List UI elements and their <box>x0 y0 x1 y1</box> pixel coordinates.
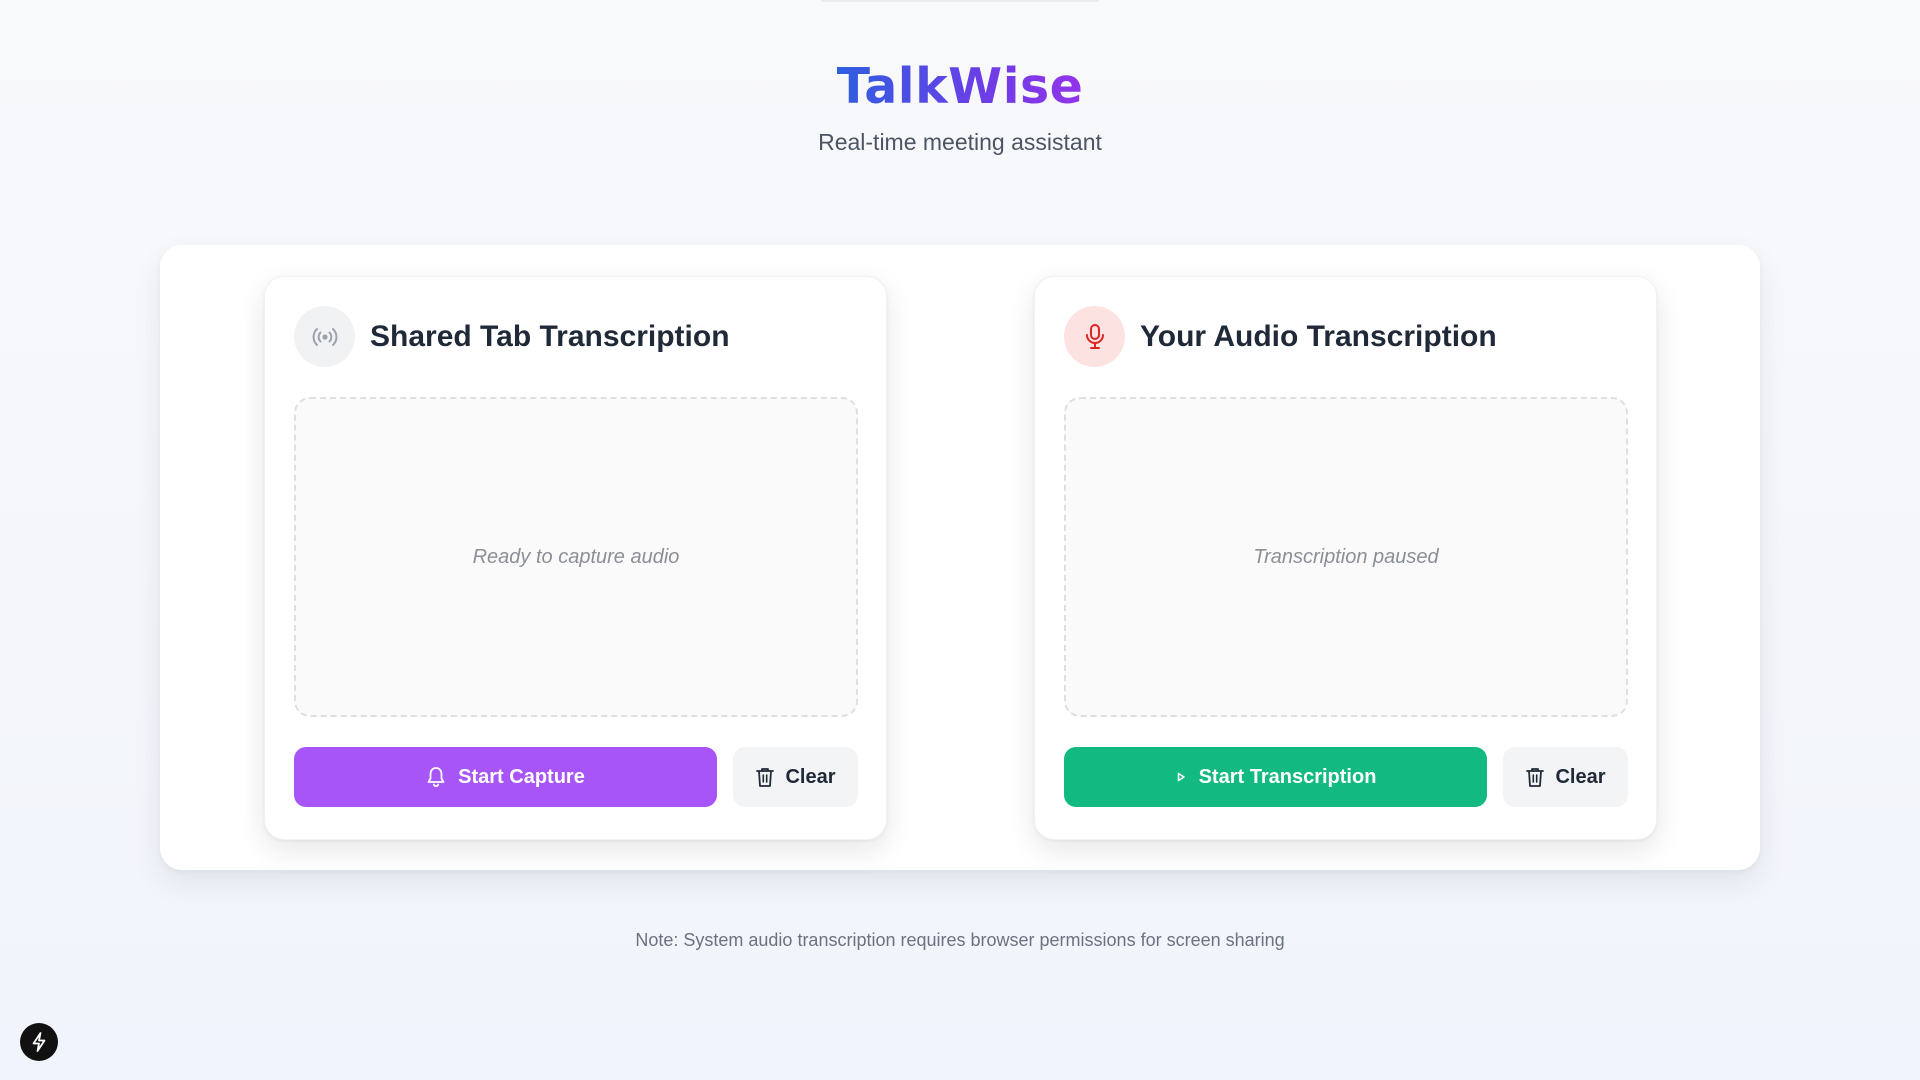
lightning-icon[interactable] <box>20 1023 58 1061</box>
transcript-placeholder: Transcription paused <box>1253 545 1439 568</box>
panel-header: Shared Tab Transcription <box>294 306 730 367</box>
start-transcription-label: Start Transcription <box>1198 765 1377 788</box>
play-icon <box>1175 771 1187 783</box>
start-capture-label: Start Capture <box>458 765 585 788</box>
trash-icon <box>1525 766 1545 788</box>
transcript-area[interactable]: Transcription paused <box>1064 397 1628 717</box>
shared-tab-panel: Shared Tab Transcription Ready to captur… <box>264 276 887 840</box>
clear-shared-button[interactable]: Clear <box>733 747 858 807</box>
clear-label: Clear <box>785 765 836 788</box>
app-title: TalkWise <box>836 58 1084 115</box>
panel-header: Your Audio Transcription <box>1064 306 1497 367</box>
trash-icon <box>755 766 775 788</box>
transcript-area[interactable]: Ready to capture audio <box>294 397 858 717</box>
app-subtitle: Real-time meeting assistant <box>818 129 1102 155</box>
panel-title: Your Audio Transcription <box>1140 319 1497 353</box>
panel-title: Shared Tab Transcription <box>370 319 730 353</box>
clear-audio-button[interactable]: Clear <box>1503 747 1628 807</box>
app-header: TalkWise Real-time meeting assistant <box>0 58 1920 156</box>
microphone-icon <box>1064 306 1125 367</box>
permission-note: Note: System audio transcription require… <box>635 930 1285 950</box>
browser-tab-edge <box>820 0 1100 2</box>
bell-icon <box>426 766 446 788</box>
transcript-placeholder: Ready to capture audio <box>472 545 680 568</box>
clear-label: Clear <box>1555 765 1606 788</box>
start-transcription-button[interactable]: Start Transcription <box>1064 747 1487 807</box>
transcription-container: Shared Tab Transcription Ready to captur… <box>160 245 1760 870</box>
broadcast-icon <box>294 306 355 367</box>
your-audio-panel: Your Audio Transcription Transcription p… <box>1034 276 1657 840</box>
start-capture-button[interactable]: Start Capture <box>294 747 717 807</box>
